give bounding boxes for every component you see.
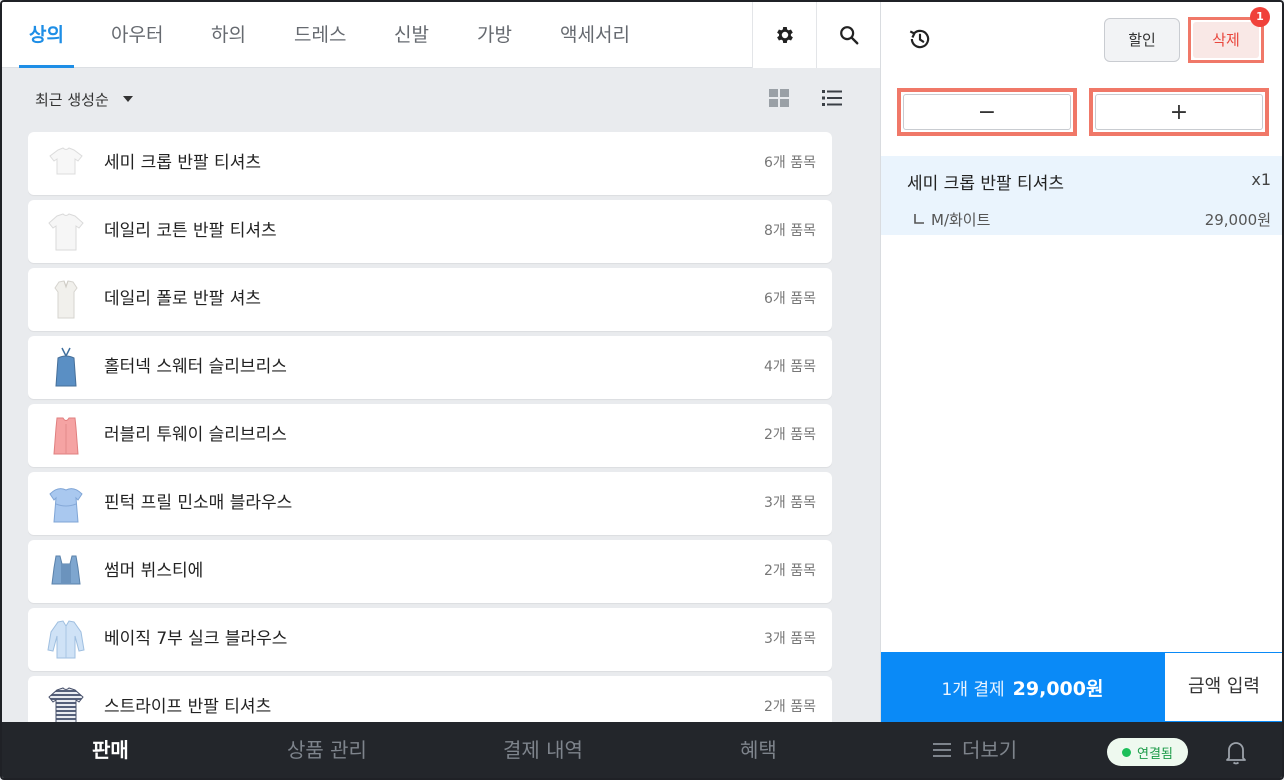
history-button[interactable] <box>907 26 933 52</box>
product-card[interactable]: 세미 크롭 반팔 티셔츠 6개 품목 <box>28 132 832 195</box>
product-count: 2개 품목 <box>764 427 816 443</box>
product-name: 러블리 투웨이 슬리브리스 <box>104 425 287 445</box>
amount-input-button[interactable]: 금액 입력 <box>1164 652 1282 722</box>
nav-more-label: 더보기 <box>962 738 1018 762</box>
cart-item-price: 29,000원 <box>1204 211 1271 229</box>
connection-status-label: 연결됨 <box>1137 746 1173 762</box>
blue-blouse-thumbnail <box>49 488 83 523</box>
pink-sleeveless-thumbnail <box>53 417 79 455</box>
product-name: 핀턱 프릴 민소매 블라우스 <box>104 493 293 513</box>
cart-pane: 할인 삭제 1 − + 세미 크롭 반팔 티셔츠 x1 M/화이트 29,000… <box>880 2 1282 722</box>
nav-product-management[interactable]: 상품 관리 <box>287 722 367 778</box>
menu-icon <box>933 742 951 757</box>
product-card[interactable]: 썸머 뷔스티에 2개 품목 <box>28 540 832 603</box>
lightblue-blouse-thumbnail <box>47 620 85 659</box>
product-card[interactable]: 스트라이프 반팔 티셔츠 2개 품목 <box>28 676 832 722</box>
cart-item[interactable]: 세미 크롭 반팔 티셔츠 x1 M/화이트 29,000원 <box>881 156 1282 235</box>
status-dot-icon <box>1122 747 1132 757</box>
nav-more[interactable]: 더보기 <box>932 722 1018 778</box>
product-count: 8개 품목 <box>764 223 816 239</box>
list-view-icon <box>822 90 842 106</box>
grid-view-button[interactable] <box>768 88 792 110</box>
search-button[interactable] <box>816 2 880 68</box>
history-icon <box>909 29 930 49</box>
cart-item-quantity: x1 <box>1251 170 1271 189</box>
discount-button[interactable]: 할인 <box>1104 18 1180 62</box>
cart-item-option-label: M/화이트 <box>931 211 991 229</box>
notification-badge: 1 <box>1250 7 1270 27</box>
product-name: 썸머 뷔스티에 <box>104 561 204 581</box>
cart-item-name: 세미 크롭 반팔 티셔츠 <box>907 174 1064 194</box>
decrease-quantity-button[interactable]: − <box>903 94 1071 130</box>
sort-dropdown[interactable]: 최근 생성순 <box>35 87 133 111</box>
connection-status-badge: 연결됨 <box>1107 738 1188 766</box>
gear-icon <box>776 27 793 43</box>
product-count: 3개 품목 <box>764 495 816 511</box>
denim-bustier-thumbnail <box>51 555 81 585</box>
product-name: 세미 크롭 반팔 티셔츠 <box>104 153 261 173</box>
chevron-down-icon <box>122 96 133 102</box>
product-name: 스트라이프 반팔 티셔츠 <box>104 697 272 717</box>
product-count: 2개 품목 <box>764 699 816 715</box>
product-name: 홀터넥 스웨터 슬리브리스 <box>104 357 287 377</box>
corner-arrow-icon <box>914 214 924 224</box>
pay-count-label: 1개 결제 <box>941 679 1005 700</box>
product-count: 4개 품목 <box>764 359 816 375</box>
sort-selected-label: 최근 생성순 <box>35 90 109 109</box>
notifications-button[interactable] <box>1224 739 1248 765</box>
product-pane: 상의 아우터 하의 드레스 신발 가방 액세서리 최근 생성순 세미 크롭 반팔… <box>2 2 880 722</box>
striped-tshirt-thumbnail <box>48 687 84 722</box>
nav-benefits[interactable]: 혜택 <box>740 722 777 778</box>
white-tshirt-thumbnail <box>49 147 83 175</box>
product-count: 2개 품목 <box>764 563 816 579</box>
tab-shoes[interactable]: 신발 <box>394 2 429 68</box>
pay-button[interactable]: 1개 결제 29,000원 <box>881 652 1164 722</box>
product-card[interactable]: 핀턱 프릴 민소매 블라우스 3개 품목 <box>28 472 832 535</box>
settings-button[interactable] <box>752 2 816 68</box>
tab-tops[interactable]: 상의 <box>19 2 74 68</box>
category-tabbar: 상의 아우터 하의 드레스 신발 가방 액세서리 <box>2 2 880 68</box>
product-card[interactable]: 데일리 폴로 반팔 셔츠 6개 품목 <box>28 268 832 331</box>
tab-bottoms[interactable]: 하의 <box>211 2 246 68</box>
bottom-nav: 판매 상품 관리 결제 내역 혜택 더보기 연결됨 <box>2 722 1282 778</box>
sort-bar: 최근 생성순 <box>2 68 880 130</box>
tab-outerwear[interactable]: 아우터 <box>111 2 163 68</box>
product-card[interactable]: 러블리 투웨이 슬리브리스 2개 품목 <box>28 404 832 467</box>
nav-payment-history[interactable]: 결제 내역 <box>503 722 583 778</box>
increase-highlight: + <box>1089 88 1269 136</box>
grid-view-icon <box>769 89 789 107</box>
cart-item-option: M/화이트 <box>913 209 990 230</box>
product-count: 6개 품목 <box>764 291 816 307</box>
increase-quantity-button[interactable]: + <box>1095 94 1263 130</box>
tab-dresses[interactable]: 드레스 <box>294 2 346 68</box>
blue-halter-thumbnail <box>55 347 77 387</box>
polo-shirt-thumbnail <box>54 280 78 319</box>
product-card[interactable]: 데일리 코튼 반팔 티셔츠 8개 품목 <box>28 200 832 263</box>
nav-sales[interactable]: 판매 <box>92 722 129 778</box>
white-tshirt-thumbnail <box>48 213 84 251</box>
product-name: 베이직 7부 실크 블라우스 <box>104 629 288 649</box>
product-card[interactable]: 베이직 7부 실크 블라우스 3개 품목 <box>28 608 832 671</box>
product-list: 세미 크롭 반팔 티셔츠 6개 품목 데일리 코튼 반팔 티셔츠 8개 품목 데… <box>28 132 832 722</box>
delete-button[interactable]: 삭제 <box>1193 22 1259 58</box>
product-count: 3개 품목 <box>764 631 816 647</box>
tab-bags[interactable]: 가방 <box>477 2 512 68</box>
tab-accessories[interactable]: 액세서리 <box>560 2 630 68</box>
decrease-highlight: − <box>897 88 1077 136</box>
category-tabs: 상의 아우터 하의 드레스 신발 가방 액세서리 <box>2 2 752 68</box>
app-frame: 상의 아우터 하의 드레스 신발 가방 액세서리 최근 생성순 세미 크롭 반팔… <box>0 0 1284 780</box>
search-icon <box>839 26 858 45</box>
bell-icon <box>1226 742 1246 765</box>
list-view-button[interactable] <box>821 88 845 110</box>
product-card[interactable]: 홀터넥 스웨터 슬리브리스 4개 품목 <box>28 336 832 399</box>
product-name: 데일리 코튼 반팔 티셔츠 <box>104 221 277 241</box>
product-count: 6개 품목 <box>764 155 816 171</box>
product-name: 데일리 폴로 반팔 셔츠 <box>104 289 261 309</box>
pay-total-label: 29,000원 <box>1012 677 1104 700</box>
